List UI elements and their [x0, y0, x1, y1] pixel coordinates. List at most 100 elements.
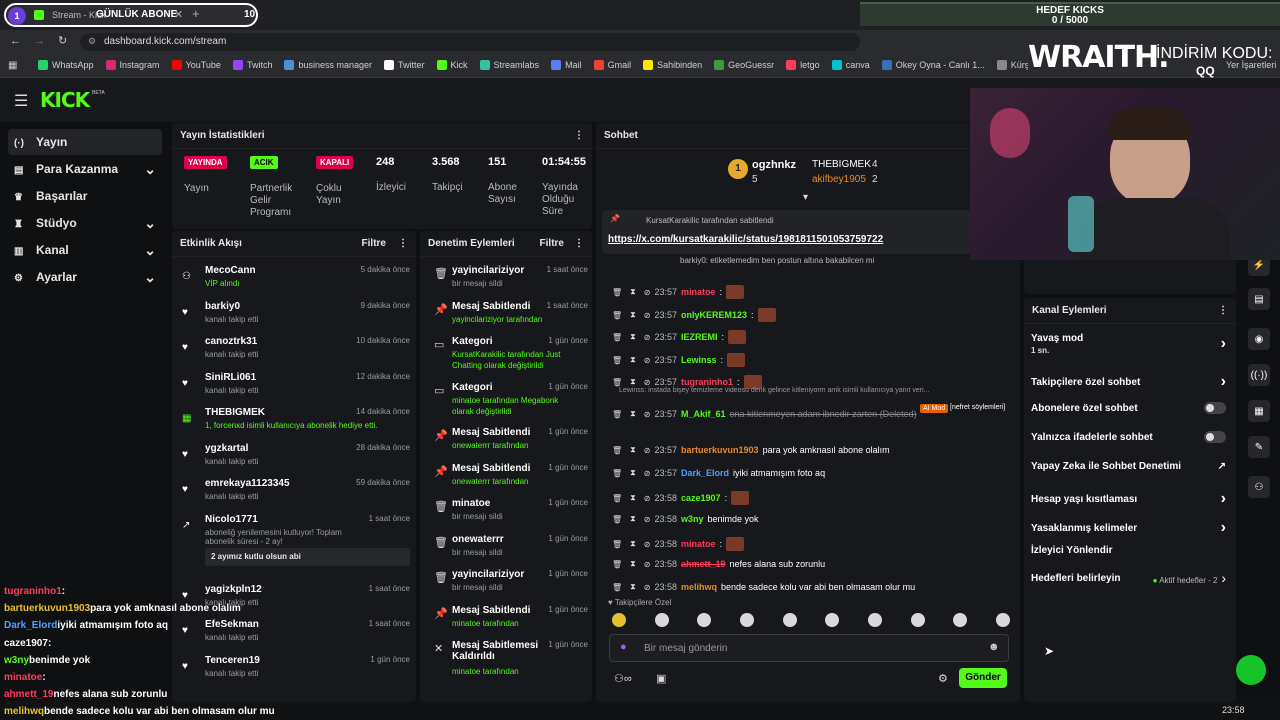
bookmark-item[interactable]: letgo: [786, 60, 820, 70]
bookmark-item[interactable]: Kick: [436, 60, 468, 70]
timeout-icon[interactable]: ⧗: [630, 355, 636, 365]
kick-logo[interactable]: KICK: [40, 88, 90, 112]
activity-item[interactable]: ♥ barkiy0 kanalı takip etti 9 dakika önce: [180, 301, 410, 337]
channel-action-row[interactable]: Yasaklanmış kelimeler ›: [1031, 519, 1226, 537]
sidebar-item-3[interactable]: ♜ Stüdyo ⌄: [8, 210, 162, 236]
delete-icon[interactable]: 🗑: [612, 560, 622, 569]
ban-icon[interactable]: ⊘: [644, 469, 651, 478]
chat-username[interactable]: Dark_Elord: [681, 468, 729, 478]
moderation-item[interactable]: 🗑 minatoe bir mesajı sildi 1 gün önce: [426, 498, 588, 534]
bookmark-item[interactable]: Instagram: [105, 60, 160, 70]
chat-username[interactable]: onlyKEREM123: [681, 310, 747, 320]
bookmark-item[interactable]: Mail: [551, 60, 582, 70]
delete-icon[interactable]: 🗑: [612, 540, 622, 549]
chat-message[interactable]: 🗑 ⧗ ⊘ 23:58 melihwq bende sadece kolu var abi…: [612, 582, 915, 592]
moderation-filter-button[interactable]: Filtre: [540, 238, 564, 249]
chat-username[interactable]: w3ny: [681, 514, 704, 524]
chat-message[interactable]: 🗑 ⧗ ⊘ 23:58 ahmett_19 nefes alana sub zorunlu: [612, 559, 825, 569]
activity-user[interactable]: yagizkpln12: [205, 584, 262, 595]
emote-option[interactable]: [910, 613, 925, 627]
delete-icon[interactable]: 🗑: [612, 469, 622, 478]
moderation-item[interactable]: 🗑 onewaterrr bir mesajı sildi 1 gün önce: [426, 534, 588, 570]
chat-message[interactable]: 🗑 ⧗ ⊘ 23:57 M_Akif_61 ona kitlenmeyen adam ib…: [612, 409, 917, 419]
delete-icon[interactable]: 🗑: [612, 288, 622, 297]
ban-icon[interactable]: ⊘: [644, 583, 651, 592]
gear-icon[interactable]: ⚙: [938, 672, 948, 685]
microphone-icon[interactable]: ●: [620, 641, 627, 653]
slow-mode-row[interactable]: Yavaş mod 1 sn. ›: [1031, 333, 1226, 355]
timeout-icon[interactable]: ⧗: [630, 445, 636, 455]
chat-message[interactable]: 🗑 ⧗ ⊘ 23:57 minatoe:: [612, 285, 745, 299]
activity-item[interactable]: ⚇ MecoCann VİP alındı 5 dakika önce: [180, 265, 410, 301]
emote-option[interactable]: [825, 613, 840, 627]
delete-icon[interactable]: 🗑: [612, 378, 622, 387]
bookmark-item[interactable]: Twitch: [232, 60, 272, 70]
delete-icon[interactable]: 🗑: [612, 356, 622, 365]
delete-icon[interactable]: 🗑: [612, 494, 622, 503]
activity-user[interactable]: EfeSekman: [205, 619, 259, 630]
activity-item[interactable]: ♥ Tenceren19 kanalı takip etti 1 gün önce: [180, 655, 410, 691]
send-button[interactable]: Gönder: [959, 668, 1007, 688]
timeout-icon[interactable]: ⧗: [630, 377, 636, 387]
top-gifter-name[interactable]: ogzhnkz: [752, 159, 796, 171]
timeout-icon[interactable]: ⧗: [630, 559, 636, 569]
chat-message[interactable]: 🗑 ⧗ ⊘ 23:57 Dark_Elord iyiki atmamışım foto a…: [612, 468, 825, 478]
moderation-item[interactable]: 📌 Mesaj Sabitlendi minatoe tarafından 1 gün…: [426, 605, 588, 641]
rail-button[interactable]: ▤: [1248, 288, 1270, 310]
sidebar-item-4[interactable]: ▥ Kanal ⌄: [8, 237, 162, 263]
chat-username[interactable]: melihwq: [681, 582, 717, 592]
more-icon[interactable]: ⋮: [398, 238, 408, 249]
tab-close-icon[interactable]: ✕: [174, 8, 183, 21]
timeout-icon[interactable]: ⧗: [630, 468, 636, 478]
chat-username[interactable]: M_Akif_61: [681, 409, 726, 419]
menu-icon[interactable]: ☰: [14, 91, 28, 111]
bookmark-item[interactable]: canva: [831, 60, 870, 70]
collapse-gifters-icon[interactable]: ▾: [803, 192, 808, 203]
timeout-icon[interactable]: ⧗: [630, 539, 636, 549]
chat-username[interactable]: caze1907: [681, 493, 721, 503]
moderation-item[interactable]: 📌 Mesaj Sabitlendi onewaterrr tarafından 1 …: [426, 463, 588, 499]
bookmark-item[interactable]: Sahibinden: [643, 60, 702, 70]
moderation-item[interactable]: 🗑 yayincilariziyor bir mesajı sildi 1 saat …: [426, 265, 588, 301]
chat-input[interactable]: ● Bir mesaj gönderin ☻: [609, 634, 1009, 662]
pinned-link[interactable]: https://x.com/kursatkarakilic/status/198…: [608, 234, 883, 245]
sidebar-item-0[interactable]: (·) Yayın: [8, 129, 162, 155]
channel-action-row[interactable]: Hesap yaşı kısıtlaması ›: [1031, 490, 1226, 508]
rail-button[interactable]: ⚇: [1248, 476, 1270, 498]
activity-user[interactable]: emrekaya1123345: [205, 478, 290, 489]
channel-action-row[interactable]: Abonelere özel sohbet: [1031, 402, 1226, 414]
ban-icon[interactable]: ⊘: [644, 446, 651, 455]
bookmark-item[interactable]: Streamlabs: [479, 60, 539, 70]
reload-icon[interactable]: ↻: [58, 34, 67, 47]
apps-grid-icon[interactable]: ▦: [8, 60, 17, 71]
ban-icon[interactable]: ⊘: [644, 356, 651, 365]
delete-icon[interactable]: 🗑: [612, 333, 622, 342]
bookmark-item[interactable]: Twitter: [384, 60, 425, 70]
activity-user[interactable]: Nicolo1771: [205, 514, 258, 525]
chat-message[interactable]: 🗑 ⧗ ⊘ 23:58 caze1907:: [612, 491, 750, 505]
channel-action-row[interactable]: Yalnızca ifadelerle sohbet: [1031, 431, 1226, 443]
more-icon[interactable]: ⋮: [574, 130, 584, 141]
ban-icon[interactable]: ⊘: [644, 560, 651, 569]
emoji-icon[interactable]: ☻: [988, 641, 1000, 653]
emote-option[interactable]: [953, 613, 968, 627]
bookmark-item[interactable]: GeoGuessr: [714, 60, 774, 70]
activity-user[interactable]: ygzkartal: [205, 443, 248, 454]
chat-username[interactable]: IEZREMI: [681, 332, 718, 342]
ban-icon[interactable]: ⊘: [644, 311, 651, 320]
channel-action-row[interactable]: Hedefleri belirleyin ● Aktif hedefler - 2…: [1031, 570, 1226, 586]
activity-user[interactable]: canoztrk31: [205, 336, 257, 347]
rail-button[interactable]: ▦: [1248, 400, 1270, 422]
bookmark-item[interactable]: YouTube: [171, 60, 221, 70]
moderation-item[interactable]: ▭ Kategori minatoe tarafından Megabonk ola…: [426, 382, 588, 428]
activity-user[interactable]: MecoCann: [205, 265, 256, 276]
chat-message[interactable]: 🗑 ⧗ ⊘ 23:58 minatoe:: [612, 537, 745, 551]
moderation-item[interactable]: ✕ Mesaj Sabitlemesi Kaldırıldı minatoe tar…: [426, 640, 588, 678]
moderation-item[interactable]: 📌 Mesaj Sabitlendi onewaterrr tarafından 1 …: [426, 427, 588, 463]
forward-icon[interactable]: →: [34, 35, 45, 47]
bookmark-item[interactable]: Gmail: [593, 60, 631, 70]
emote-option[interactable]: [867, 613, 882, 627]
chat-username[interactable]: ahmett_19: [681, 559, 726, 569]
activity-item[interactable]: ♥ EfeSekman kanalı takip etti 1 saat önce: [180, 619, 410, 655]
moderation-item[interactable]: 🗑 yayincilariziyor bir mesajı sildi 1 gün ö…: [426, 569, 588, 605]
